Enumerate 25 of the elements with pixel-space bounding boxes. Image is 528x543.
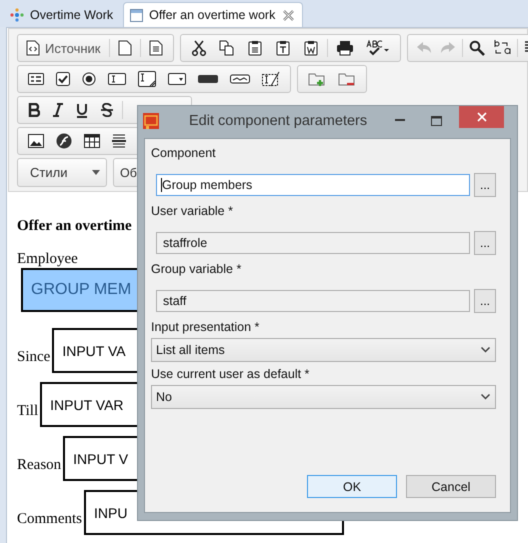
text-field[interactable]: staffrole [156,232,470,254]
dialog-button[interactable]: OK [307,475,397,498]
document-heading: Offer an overtime [17,218,132,235]
field-label: User variable * [151,204,234,220]
browse-button[interactable]: ... [474,289,496,313]
editor-tab[interactable]: Offer an overtime work [123,2,304,27]
field-label: Comments [17,511,82,528]
field-label: Employee [17,251,78,268]
field-label: Reason [17,457,62,474]
dropdown[interactable]: No [151,385,496,409]
field-label: Since [17,349,50,366]
field-label: Till [17,403,38,420]
dropdown[interactable]: List all items [151,338,496,362]
field-label: Component [151,146,217,162]
browse-button[interactable]: ... [474,231,496,255]
styles-dropdown[interactable]: Стили [17,158,107,187]
field-label: Input presentation * [151,320,260,336]
field-label: Group variable * [151,262,242,278]
editor-tab[interactable]: Overtime Work [4,3,122,27]
browse-button[interactable]: ... [474,173,496,197]
dialog-title: Edit component parameters [189,112,368,128]
field-label: Use current user as default * [151,367,310,383]
text-field[interactable]: staff [156,290,470,312]
text-field[interactable]: Group members [156,174,470,196]
dialog-button[interactable]: Cancel [406,475,496,498]
